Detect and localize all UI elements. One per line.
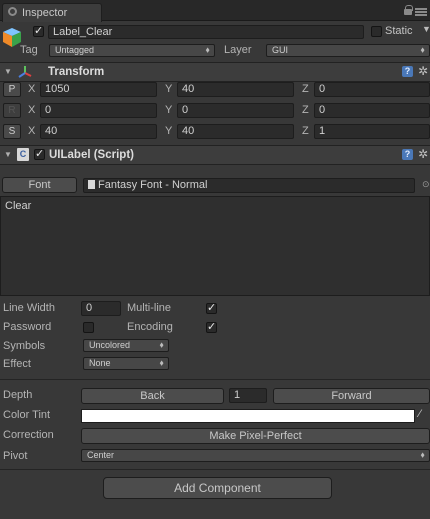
static-dropdown-icon[interactable]: ▼ — [422, 24, 430, 34]
label-text-area[interactable]: Clear — [0, 196, 430, 296]
rotation-y-label: Y — [165, 104, 173, 116]
password-checkbox[interactable] — [83, 322, 94, 333]
font-asset-icon — [88, 180, 95, 189]
gear-icon[interactable]: ✲ — [418, 147, 428, 161]
rotation-z-label: Z — [302, 104, 309, 116]
forward-button[interactable]: Forward — [273, 388, 430, 404]
divider — [0, 469, 430, 470]
foldout-arrow-icon[interactable]: ▼ — [4, 150, 12, 159]
static-label: Static — [385, 25, 413, 37]
line-width-label: Line Width — [3, 302, 55, 314]
uilabel-title: UILabel (Script) — [49, 149, 134, 161]
font-field[interactable]: Fantasy Font - Normal — [83, 178, 415, 193]
scale-x-label: X — [28, 125, 36, 137]
depth-label: Depth — [3, 389, 33, 401]
help-icon[interactable]: ? — [402, 66, 413, 77]
scale-y-field[interactable]: 40 — [177, 124, 294, 139]
position-x-field[interactable]: 1050 — [40, 82, 157, 97]
rotation-x-field[interactable]: 0 — [40, 103, 157, 118]
line-width-field[interactable]: 0 — [81, 301, 121, 316]
effect-dropdown[interactable]: None — [83, 357, 169, 370]
reset-rotation-button[interactable]: R — [3, 103, 21, 118]
rotation-x-label: X — [28, 104, 36, 116]
divider — [0, 379, 430, 380]
transform-header[interactable]: ▼ Transform ? ✲ — [0, 62, 430, 82]
inspector-icon — [8, 7, 17, 16]
color-tint-label: Color Tint — [3, 409, 51, 421]
position-y-label: Y — [165, 83, 173, 95]
reset-scale-button[interactable]: S — [3, 124, 21, 139]
tab-inspector[interactable]: Inspector — [2, 3, 102, 22]
depth-field[interactable]: 1 — [229, 388, 267, 403]
symbols-dropdown[interactable]: Uncolored — [83, 339, 169, 352]
rotation-z-field[interactable]: 0 — [314, 103, 430, 118]
tab-label: Inspector — [22, 7, 68, 19]
uilabel-enabled-checkbox[interactable] — [34, 147, 45, 160]
pivot-dropdown[interactable]: Center — [81, 449, 430, 462]
static-checkbox[interactable] — [371, 26, 382, 37]
foldout-arrow-icon[interactable]: ▼ — [4, 67, 12, 76]
rotation-y-field[interactable]: 0 — [177, 103, 294, 118]
position-x-label: X — [28, 83, 36, 95]
correction-label: Correction — [3, 429, 54, 441]
script-icon: C — [17, 148, 29, 161]
layer-dropdown[interactable]: GUI — [266, 44, 430, 57]
position-z-field[interactable]: 0 — [314, 82, 430, 97]
scale-y-label: Y — [165, 125, 173, 137]
encoding-label: Encoding — [127, 321, 173, 333]
gameobject-name-field[interactable]: Label_Clear — [48, 25, 364, 39]
position-y-field[interactable]: 40 — [177, 82, 294, 97]
make-pixel-perfect-button[interactable]: Make Pixel-Perfect — [81, 428, 430, 444]
color-tint-swatch[interactable] — [81, 409, 415, 423]
lock-icon[interactable] — [404, 5, 413, 15]
scale-z-label: Z — [302, 125, 309, 137]
help-icon[interactable]: ? — [402, 149, 413, 160]
menu-icon[interactable] — [415, 8, 427, 16]
font-button[interactable]: Font — [2, 177, 77, 193]
uilabel-header[interactable]: ▼ C UILabel (Script) ? ✲ — [0, 145, 430, 165]
object-picker-icon[interactable]: ⊙ — [422, 179, 430, 190]
pivot-label: Pivot — [3, 450, 28, 462]
effect-label: Effect — [3, 358, 31, 370]
gear-icon[interactable]: ✲ — [418, 64, 428, 78]
position-z-label: Z — [302, 83, 309, 95]
transform-title: Transform — [48, 66, 105, 78]
transform-axes-icon — [18, 66, 32, 78]
scale-x-field[interactable]: 40 — [40, 124, 157, 139]
eyedropper-icon[interactable]: ⁄ — [419, 408, 421, 420]
reset-position-button[interactable]: P — [3, 82, 21, 97]
layer-label: Layer — [224, 44, 252, 56]
add-component-button[interactable]: Add Component — [103, 477, 332, 499]
tag-label: Tag — [20, 44, 38, 56]
symbols-label: Symbols — [3, 340, 46, 352]
tag-dropdown[interactable]: Untagged — [49, 44, 215, 57]
scale-z-field[interactable]: 1 — [314, 124, 430, 139]
encoding-checkbox[interactable] — [206, 320, 217, 333]
multiline-checkbox[interactable] — [206, 301, 217, 314]
active-checkbox[interactable] — [33, 24, 44, 37]
multiline-label: Multi-line — [127, 302, 172, 314]
password-label: Password — [3, 321, 52, 333]
back-button[interactable]: Back — [81, 388, 224, 404]
